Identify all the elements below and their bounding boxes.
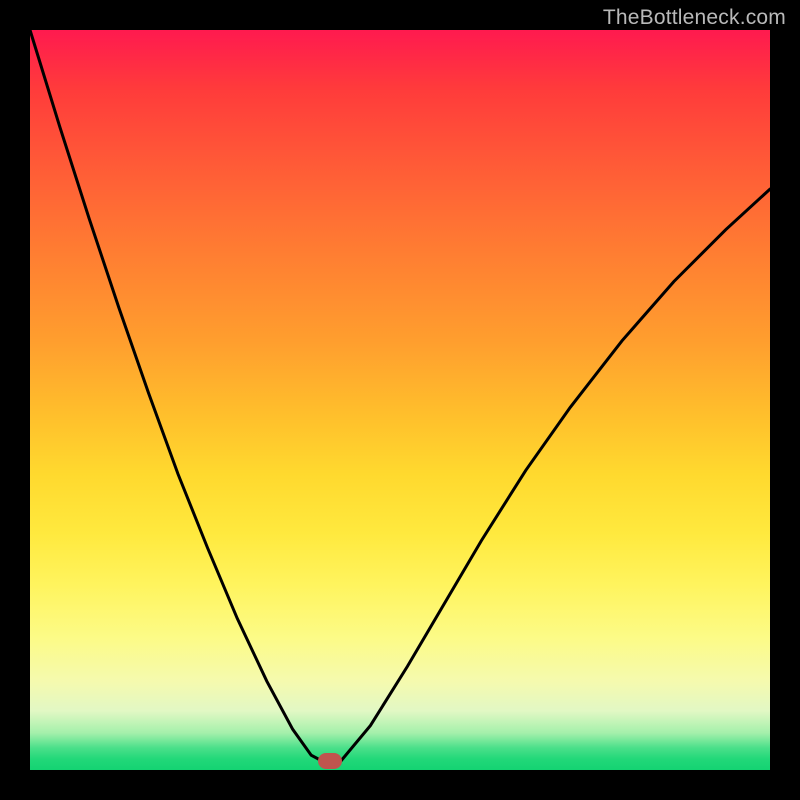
bottleneck-curve <box>30 30 770 761</box>
min-marker <box>318 753 342 769</box>
curve-svg <box>30 30 770 770</box>
watermark-text: TheBottleneck.com <box>603 6 786 30</box>
plot-area <box>30 30 770 770</box>
chart-stage: TheBottleneck.com <box>0 0 800 800</box>
